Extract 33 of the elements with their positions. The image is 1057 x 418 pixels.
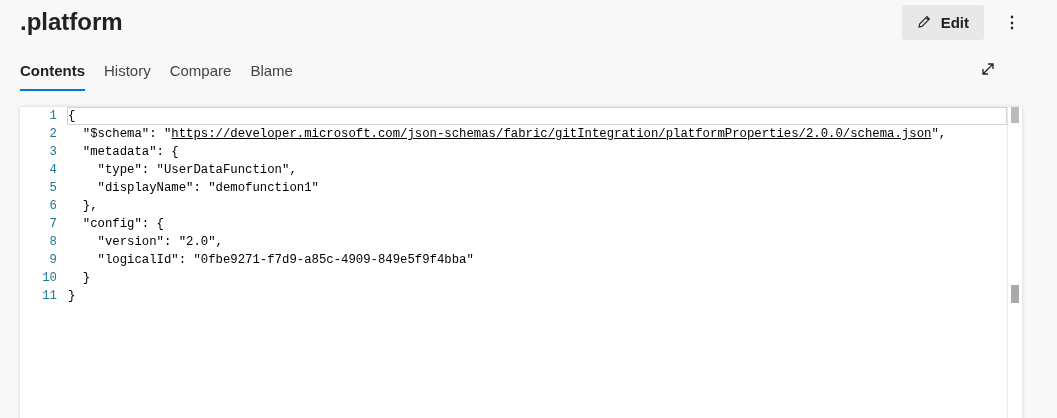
line-number: 4 (48, 163, 57, 177)
pencil-icon (916, 15, 931, 29)
code-line: } (81, 270, 92, 287)
tab[interactable]: History (104, 56, 151, 91)
scrollbar[interactable] (1007, 107, 1022, 418)
tab[interactable]: Contents (20, 56, 85, 91)
expand-icon[interactable] (981, 61, 995, 76)
line-number: 1 (48, 109, 57, 123)
line-number: 10 (41, 271, 57, 285)
code-editor[interactable] (20, 107, 1022, 418)
code-line: } (67, 288, 77, 305)
line-number: 11 (41, 289, 57, 303)
tab[interactable]: Blame (250, 56, 293, 91)
code-line: "config": { (81, 216, 165, 233)
tab[interactable]: Compare (169, 56, 232, 91)
schema-link[interactable]: https://developer.microsoft.com/json-schemas/fabric/gitIntegration/platformProperties/2.0.0/schema.json (171, 127, 932, 141)
line-number: 7 (48, 217, 57, 231)
code-line: "metadata": { (81, 144, 180, 161)
code-line: "$schema": "https://developer.microsoft.com/json-schemas/fabric/gitIntegration/platformProperties/2.0.0/schema.json", (81, 126, 948, 143)
edit-button[interactable]: Edit (901, 4, 984, 40)
more-button[interactable]: ⋮ (1000, 12, 1024, 32)
line-number: 2 (48, 127, 57, 141)
code-line: "displayName": "demofunction1" (96, 180, 320, 197)
code-line: }, (81, 198, 99, 215)
file-title: .platform (20, 8, 123, 36)
line-number: 5 (48, 181, 57, 195)
line-number: 6 (48, 199, 57, 213)
line-number: 9 (48, 253, 57, 267)
line-number: 3 (48, 145, 57, 159)
code-line: "version": "2.0", (96, 234, 224, 251)
line-number: 8 (48, 235, 57, 249)
code-line: "type": "UserDataFunction", (96, 162, 298, 179)
code-line: "logicalId": "0fbe9271-f7d9-a85c-4909-849e5f9f4bba" (96, 252, 475, 269)
